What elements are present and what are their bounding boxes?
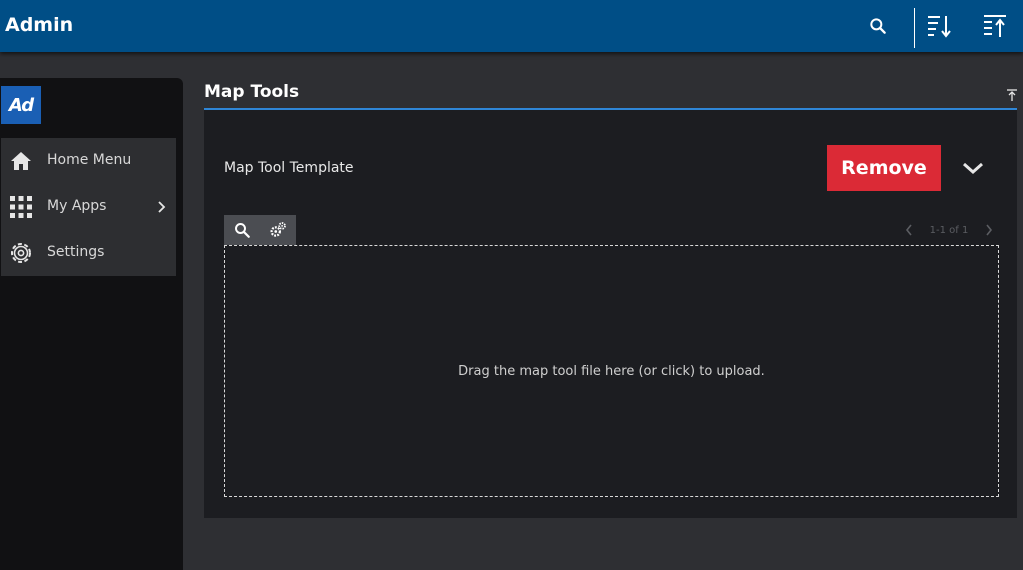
home-icon — [9, 149, 33, 173]
file-toolbar — [224, 215, 296, 245]
app-logo[interactable]: Ad — [1, 86, 41, 124]
pagination: 1-1 of 1 — [904, 221, 994, 239]
sidebar-item-my-apps[interactable]: My Apps — [1, 184, 176, 230]
chevron-right-icon[interactable] — [984, 223, 994, 237]
sidebar: Ad Home Menu My Apps Settings — [0, 78, 183, 570]
chevron-right-icon — [158, 201, 166, 213]
search-icon — [870, 18, 886, 34]
top-app-bar: Admin — [0, 0, 1023, 52]
search-button[interactable] — [860, 8, 896, 44]
upload-dropzone[interactable]: Drag the map tool file here (or click) t… — [224, 245, 999, 497]
search-icon — [235, 223, 250, 238]
settings-button[interactable] — [260, 215, 296, 245]
chevron-down-icon — [963, 162, 983, 175]
sidebar-item-label: Settings — [47, 244, 105, 260]
template-label: Map Tool Template — [224, 160, 354, 176]
sidebar-item-home-menu[interactable]: Home Menu — [1, 138, 176, 184]
sidebar-item-label: My Apps — [47, 198, 107, 214]
app-title: Admin — [5, 14, 74, 36]
dropzone-text: Drag the map tool file here (or click) t… — [458, 363, 765, 379]
toolbar-divider — [914, 8, 915, 48]
sort-descending-icon — [928, 16, 951, 38]
sidebar-item-label: Home Menu — [47, 152, 132, 168]
map-tools-panel: Map Tool Template Remove 1-1 of 1 Drag t… — [204, 110, 1017, 518]
sort-descending-button[interactable] — [921, 8, 957, 44]
sort-ascending-icon — [984, 15, 1006, 37]
sidebar-item-settings[interactable]: Settings — [1, 230, 176, 276]
page-title: Map Tools — [204, 82, 300, 102]
gears-icon — [270, 222, 286, 237]
chevron-left-icon[interactable] — [904, 223, 914, 237]
search-files-button[interactable] — [224, 215, 260, 245]
apps-grid-icon — [9, 195, 33, 219]
gear-icon — [9, 241, 33, 265]
remove-button[interactable]: Remove — [827, 145, 941, 191]
expand-button[interactable] — [958, 155, 988, 181]
pagination-text: 1-1 of 1 — [929, 224, 969, 236]
sort-ascending-button[interactable] — [977, 8, 1013, 44]
sidebar-menu: Home Menu My Apps Settings — [1, 138, 176, 276]
collapse-panel-icon[interactable] — [1005, 88, 1019, 102]
logo-text: Ad — [8, 94, 34, 116]
